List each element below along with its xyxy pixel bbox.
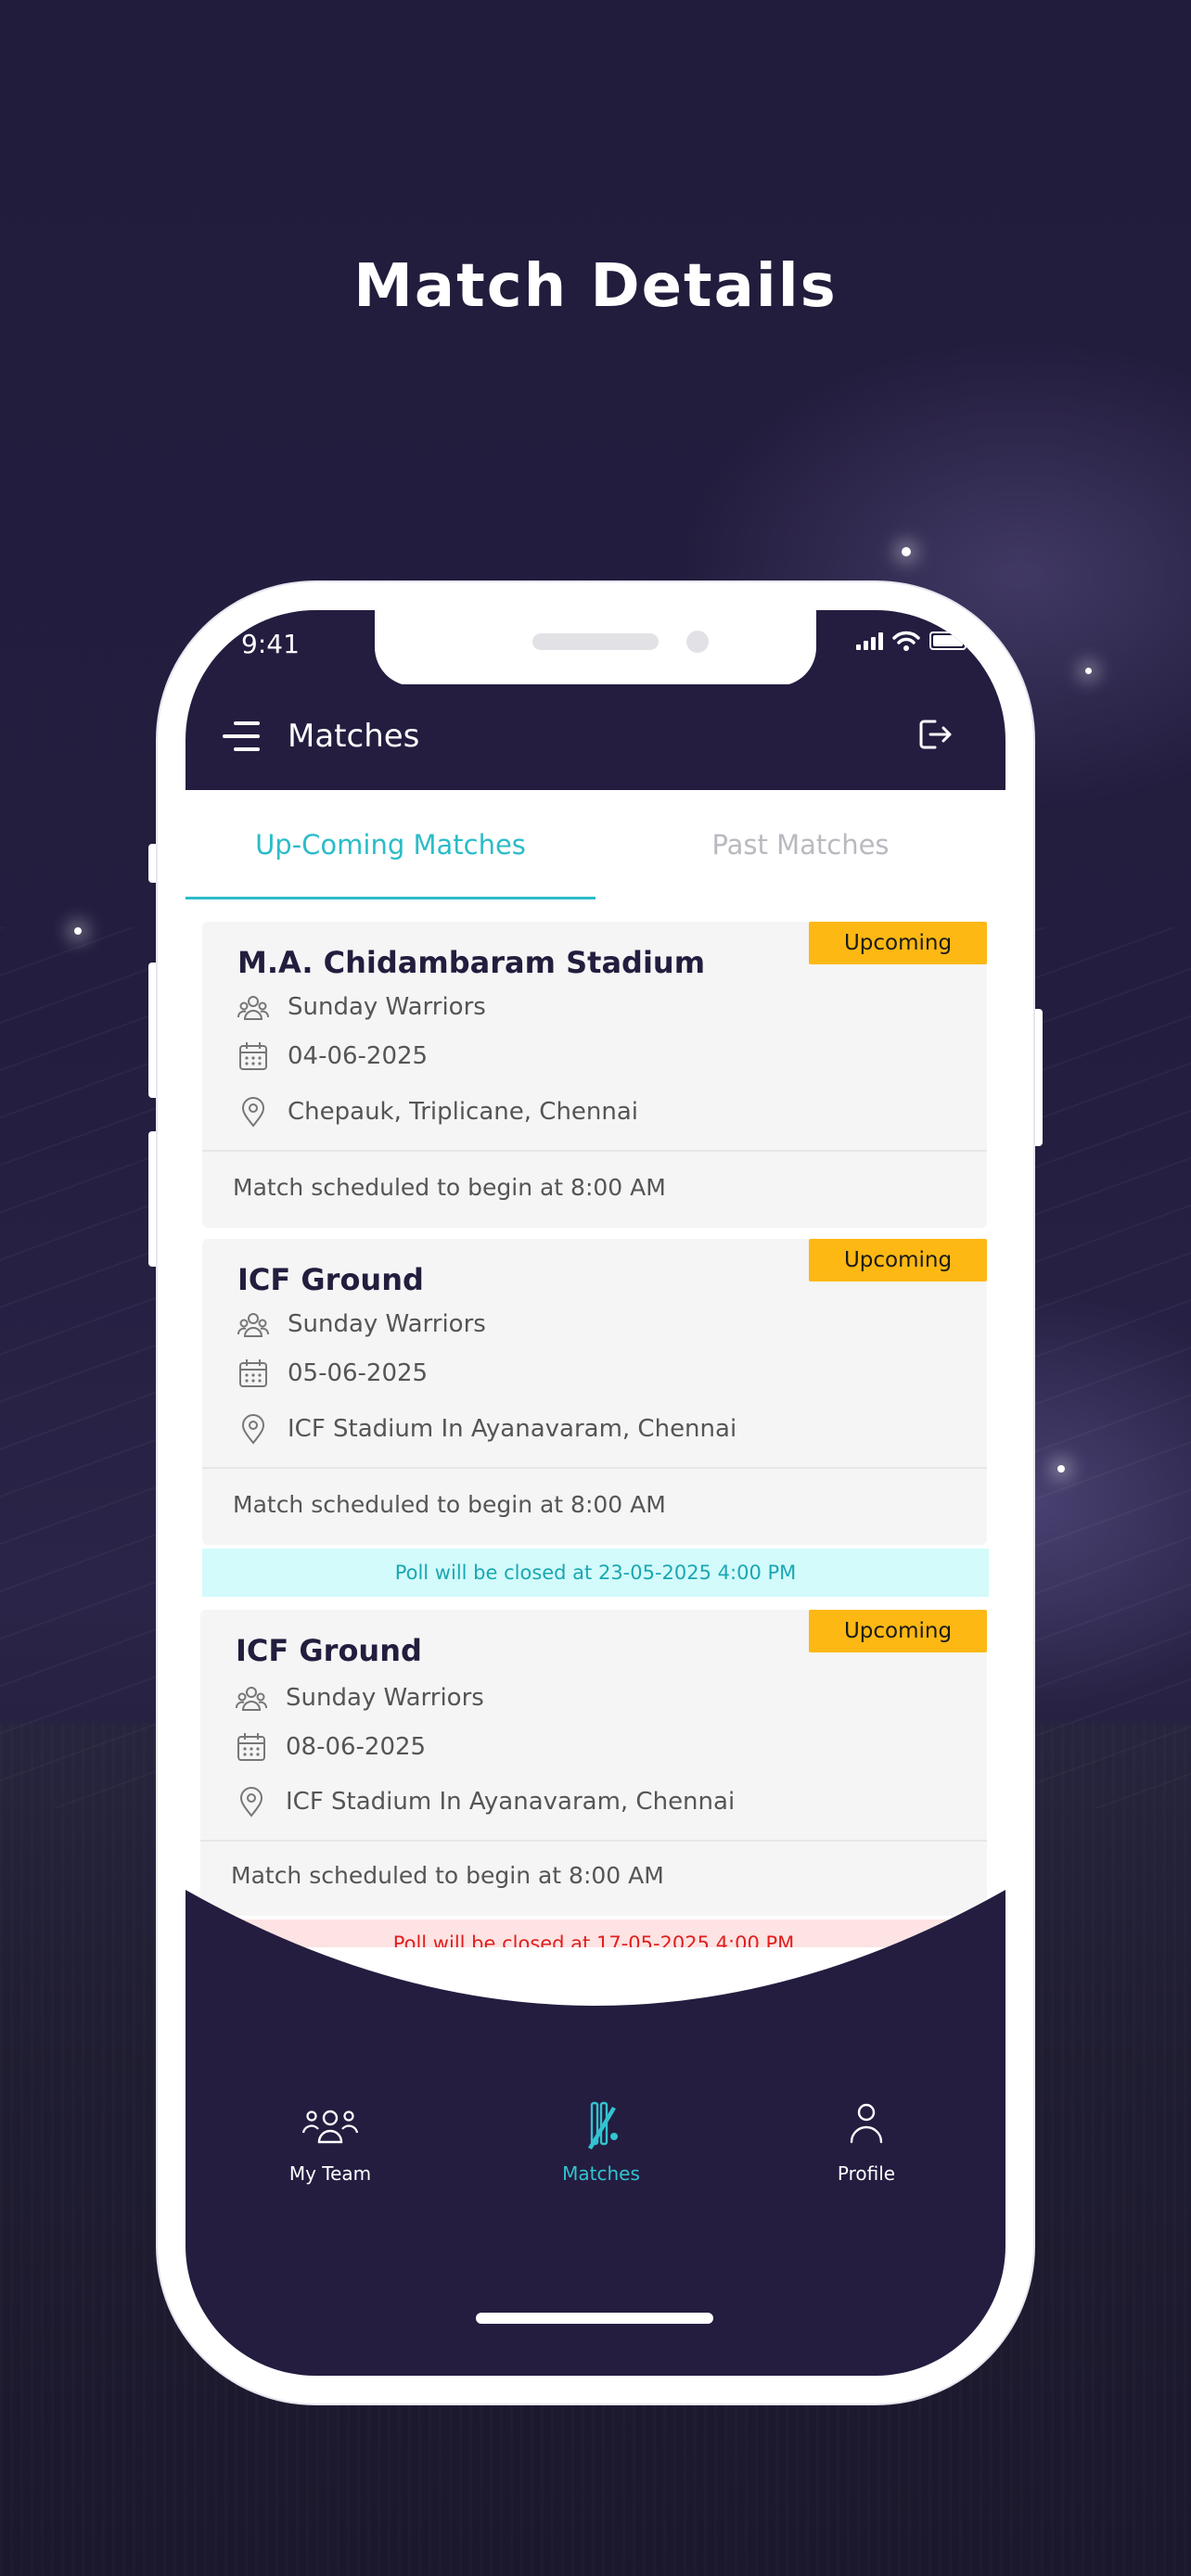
signal-icon bbox=[856, 631, 883, 650]
light-flare bbox=[902, 547, 911, 556]
team-name: Sunday Warriors bbox=[286, 1684, 484, 1712]
date-row: 08-06-2025 bbox=[236, 1731, 426, 1763]
phone-screen: 9:41 Matches Up-Coming Matches Past Matc… bbox=[186, 610, 1005, 2376]
wifi-icon bbox=[892, 631, 920, 651]
match-date: 04-06-2025 bbox=[288, 1042, 429, 1070]
team-row: Sunday Warriors bbox=[237, 991, 486, 1023]
logout-icon[interactable] bbox=[915, 714, 955, 755]
battery-icon bbox=[929, 631, 967, 650]
match-card[interactable]: Upcoming M.A. Chidambaram Stadium Sunday… bbox=[202, 922, 987, 1228]
team-icon bbox=[237, 996, 269, 1020]
phone-speaker bbox=[532, 633, 659, 650]
location-row: Chepauk, Triplicane, Chennai bbox=[237, 1096, 638, 1128]
match-card[interactable]: Upcoming ICF Ground Sunday Warriors 08-0… bbox=[200, 1610, 987, 1916]
light-flare bbox=[1085, 668, 1092, 674]
card-divider bbox=[202, 1467, 987, 1469]
match-venue: ICF Ground bbox=[236, 1633, 422, 1668]
location-pin-icon bbox=[241, 1414, 265, 1445]
match-list: Upcoming M.A. Chidambaram Stadium Sunday… bbox=[186, 899, 1005, 1947]
bottom-navigation: My Team Matches Profile bbox=[186, 1890, 1005, 2376]
nav-matches[interactable]: Matches bbox=[518, 2099, 685, 2185]
match-schedule: Match scheduled to begin at 8:00 AM bbox=[233, 1174, 666, 1201]
nav-label: My Team bbox=[288, 2162, 372, 2185]
match-date: 08-06-2025 bbox=[286, 1733, 427, 1761]
page-headline: Match Details bbox=[353, 252, 838, 321]
home-indicator[interactable] bbox=[476, 2313, 713, 2324]
match-venue: M.A. Chidambaram Stadium bbox=[237, 945, 706, 980]
team-icon bbox=[236, 1687, 267, 1711]
team-row: Sunday Warriors bbox=[237, 1308, 486, 1340]
nav-label: Matches bbox=[562, 2162, 640, 2185]
location-row: ICF Stadium In Ayanavaram, Chennai bbox=[236, 1786, 735, 1817]
match-date: 05-06-2025 bbox=[288, 1359, 429, 1387]
team-icon bbox=[237, 1313, 269, 1337]
calendar-icon bbox=[237, 1733, 265, 1761]
date-row: 05-06-2025 bbox=[237, 1358, 428, 1389]
phone-notch bbox=[375, 610, 816, 686]
match-tabs: Up-Coming Matches Past Matches bbox=[186, 790, 1005, 901]
location-row: ICF Stadium In Ayanavaram, Chennai bbox=[237, 1413, 736, 1445]
status-time: 9:41 bbox=[241, 629, 300, 659]
status-badge: Upcoming bbox=[809, 1239, 987, 1282]
phone-camera bbox=[686, 631, 709, 653]
match-location: Chepauk, Triplicane, Chennai bbox=[288, 1098, 639, 1126]
match-venue: ICF Ground bbox=[237, 1262, 424, 1297]
nav-profile[interactable]: Profile bbox=[783, 2099, 950, 2185]
date-row: 04-06-2025 bbox=[237, 1040, 428, 1072]
team-icon bbox=[301, 2110, 359, 2144]
team-row: Sunday Warriors bbox=[236, 1682, 484, 1714]
match-location: ICF Stadium In Ayanavaram, Chennai bbox=[286, 1788, 736, 1816]
calendar-icon bbox=[239, 1042, 267, 1070]
nav-label: Profile bbox=[837, 2162, 896, 2185]
team-name: Sunday Warriors bbox=[288, 1310, 486, 1338]
nav-my-team[interactable]: My Team bbox=[247, 2099, 414, 2185]
status-badge: Upcoming bbox=[809, 1610, 987, 1652]
light-flare bbox=[74, 927, 82, 935]
calendar-icon bbox=[239, 1359, 267, 1387]
user-icon bbox=[850, 2103, 883, 2144]
tab-upcoming-matches[interactable]: Up-Coming Matches bbox=[186, 790, 596, 901]
status-icons bbox=[856, 631, 967, 651]
match-card[interactable]: Upcoming ICF Ground Sunday Warriors 05-0… bbox=[202, 1239, 987, 1545]
card-divider bbox=[200, 1840, 987, 1842]
menu-icon[interactable] bbox=[219, 721, 260, 751]
app-title: Matches bbox=[288, 718, 420, 755]
light-flare bbox=[1057, 1465, 1065, 1473]
app-bar: Matches bbox=[186, 684, 1005, 790]
location-pin-icon bbox=[241, 1097, 265, 1128]
match-schedule: Match scheduled to begin at 8:00 AM bbox=[233, 1491, 666, 1518]
match-schedule: Match scheduled to begin at 8:00 AM bbox=[231, 1862, 664, 1889]
poll-closing-notice: Poll will be closed at 23-05-2025 4:00 P… bbox=[202, 1549, 989, 1597]
match-location: ICF Stadium In Ayanavaram, Chennai bbox=[288, 1415, 737, 1443]
location-pin-icon bbox=[239, 1787, 263, 1817]
status-badge: Upcoming bbox=[809, 922, 987, 964]
team-name: Sunday Warriors bbox=[288, 993, 486, 1021]
card-divider bbox=[202, 1150, 987, 1152]
cricket-bat-icon bbox=[588, 2101, 618, 2149]
tab-past-matches[interactable]: Past Matches bbox=[596, 790, 1005, 899]
